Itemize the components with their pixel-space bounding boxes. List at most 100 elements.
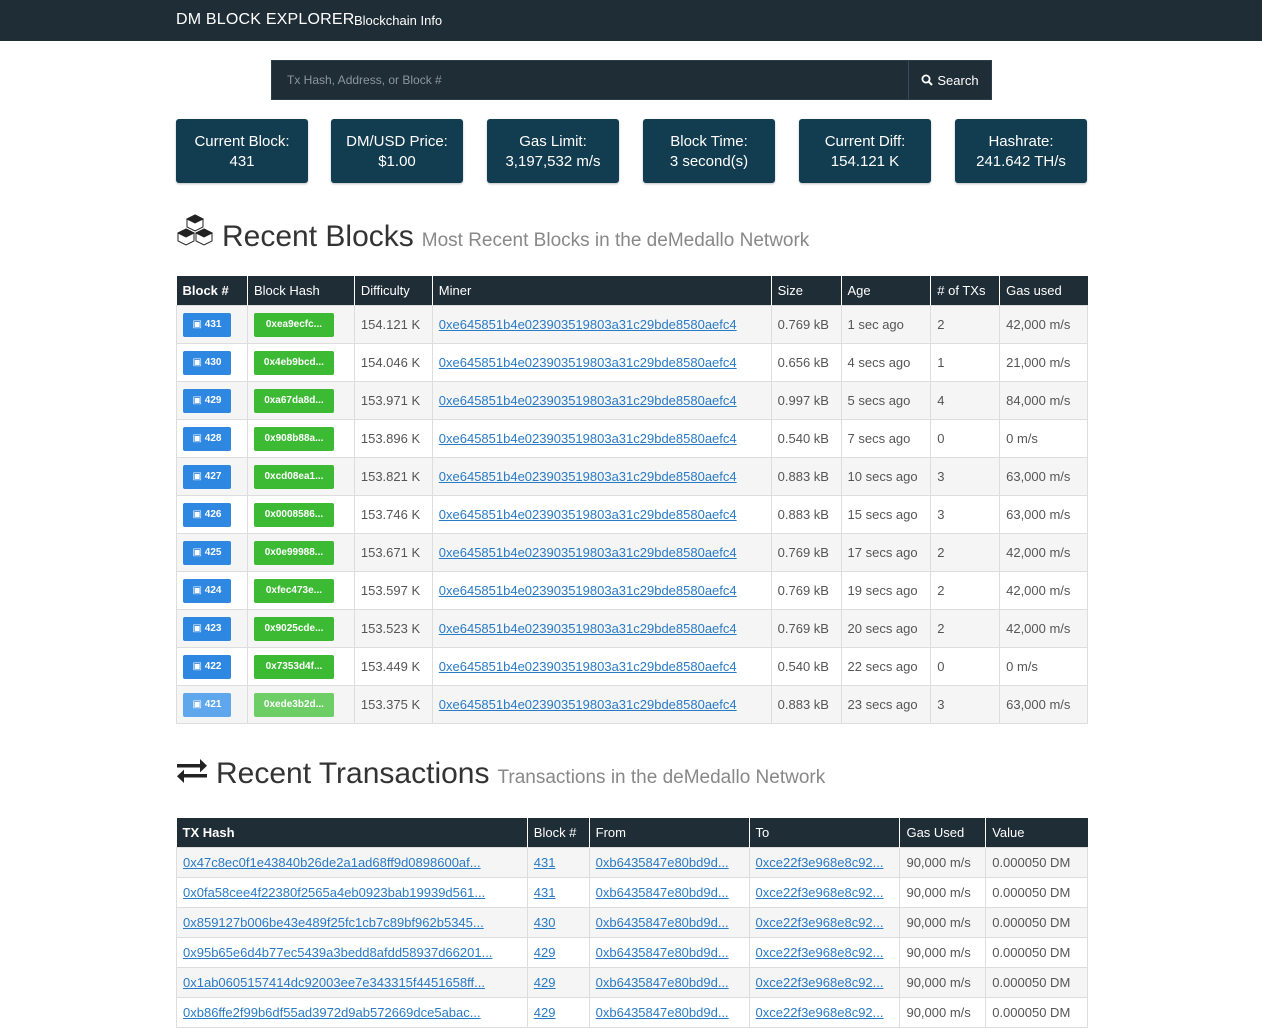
cell-difficulty: 153.375 K (353, 685, 433, 724)
to-address-link[interactable]: 0xce22f3e968e8c92... (756, 915, 884, 930)
from-address-link[interactable]: 0xb6435847e80bd9d... (596, 975, 729, 990)
block-number: 427 (204, 470, 222, 482)
cell-block: 429 (526, 967, 590, 998)
nav-link-blockchain-info[interactable]: Blockchain Info (354, 13, 442, 28)
block-number-badge[interactable]: ▣ 424 (183, 578, 231, 603)
from-address-link[interactable]: 0xb6435847e80bd9d... (596, 1005, 729, 1020)
cell-age: 7 secs ago (840, 419, 932, 458)
search-button-label: Search (937, 72, 979, 88)
table-row: 0xb86ffe2f99b6df55ad3972d9ab572669dce5ab… (176, 997, 1088, 1028)
cell-block: ▣ 431 (176, 305, 248, 344)
cell-block: 430 (526, 907, 590, 938)
cell-difficulty: 153.597 K (353, 571, 433, 610)
table-row: ▣ 429 0xa67da8d... 153.971 K 0xe645851b4e02… (176, 381, 1088, 420)
search-input[interactable] (272, 61, 910, 99)
cell-block: ▣ 422 (176, 647, 248, 686)
block-hash-badge[interactable]: 0x0e99988... (253, 540, 334, 565)
block-hash-badge[interactable]: 0x908b88a... (253, 426, 334, 451)
tx-hash-link[interactable]: 0x859127b006be43e489f25fc1cb7c89bf962b53… (183, 915, 484, 930)
tx-hash-link[interactable]: 0x1ab0605157414dc92003ee7e343315f4451658… (183, 975, 485, 990)
block-number-badge[interactable]: ▣ 421 (183, 692, 231, 717)
block-link[interactable]: 430 (534, 915, 556, 930)
cell-block: ▣ 425 (176, 533, 248, 572)
cell-txs: 3 (930, 457, 1001, 496)
cell-block: ▣ 427 (176, 457, 248, 496)
block-number-badge[interactable]: ▣ 428 (183, 426, 231, 451)
block-link[interactable]: 429 (534, 975, 556, 990)
block-hash-badge[interactable]: 0x9025cde... (253, 616, 334, 641)
from-address-link[interactable]: 0xb6435847e80bd9d... (596, 855, 729, 870)
cell-difficulty: 153.671 K (353, 533, 433, 572)
miner-link[interactable]: 0xe645851b4e023903519803a31c29bde8580aef… (439, 583, 737, 598)
cube-icon: ▣ (192, 508, 205, 520)
block-number-badge[interactable]: ▣ 427 (183, 464, 231, 489)
block-link[interactable]: 431 (534, 885, 556, 900)
tx-hash-link[interactable]: 0x95b65e6d4b77ec5439a3bedd8afdd58937d662… (183, 945, 492, 960)
to-address-link[interactable]: 0xce22f3e968e8c92... (756, 855, 884, 870)
to-address-link[interactable]: 0xce22f3e968e8c92... (756, 945, 884, 960)
block-number-badge[interactable]: ▣ 425 (183, 540, 231, 565)
cube-icon: ▣ (192, 622, 205, 634)
miner-link[interactable]: 0xe645851b4e023903519803a31c29bde8580aef… (439, 469, 737, 484)
block-link[interactable]: 429 (534, 1005, 556, 1020)
block-number-badge[interactable]: ▣ 429 (183, 388, 231, 413)
cell-tx-hash: 0x47c8ec0f1e43840b26de2a1ad68ff9d0898600… (176, 847, 528, 878)
block-hash-badge[interactable]: 0xede3b2d... (253, 692, 334, 717)
block-number-badge[interactable]: ▣ 430 (183, 350, 231, 375)
block-number-badge[interactable]: ▣ 423 (183, 616, 231, 641)
block-hash-badge[interactable]: 0x7353d4f... (253, 654, 334, 679)
column-header: Block # (526, 818, 590, 848)
tx-hash-link[interactable]: 0x47c8ec0f1e43840b26de2a1ad68ff9d0898600… (183, 855, 481, 870)
block-hash-badge[interactable]: 0xa67da8d... (253, 388, 334, 413)
block-number-badge[interactable]: ▣ 431 (183, 312, 231, 337)
table-header-row: TX Hash Block # From To Gas Used Value (176, 818, 1088, 848)
table-row: 0x0fa58cee4f22380f2565a4eb0923bab19939d5… (176, 877, 1088, 908)
block-hash-badge[interactable]: 0xfec473e... (253, 578, 334, 603)
cell-size: 0.769 kB (770, 533, 842, 572)
cell-age: 1 sec ago (840, 305, 932, 344)
block-link[interactable]: 429 (534, 945, 556, 960)
miner-link[interactable]: 0xe645851b4e023903519803a31c29bde8580aef… (439, 507, 737, 522)
from-address-link[interactable]: 0xb6435847e80bd9d... (596, 945, 729, 960)
cell-difficulty: 153.971 K (353, 381, 433, 420)
to-address-link[interactable]: 0xce22f3e968e8c92... (756, 885, 884, 900)
block-hash-badge[interactable]: 0xcd08ea1... (253, 464, 334, 489)
cell-value: 0.000050 DM (985, 967, 1088, 998)
miner-link[interactable]: 0xe645851b4e023903519803a31c29bde8580aef… (439, 431, 737, 446)
block-hash-badge[interactable]: 0xea9ecfc... (253, 312, 334, 337)
cell-tx-hash: 0xb86ffe2f99b6df55ad3972d9ab572669dce5ab… (176, 997, 528, 1028)
block-number: 424 (204, 584, 222, 596)
column-header: Gas Used (899, 818, 986, 848)
miner-link[interactable]: 0xe645851b4e023903519803a31c29bde8580aef… (439, 393, 737, 408)
tx-hash-link[interactable]: 0xb86ffe2f99b6df55ad3972d9ab572669dce5ab… (183, 1005, 481, 1020)
cell-age: 10 secs ago (840, 457, 932, 496)
miner-link[interactable]: 0xe645851b4e023903519803a31c29bde8580aef… (439, 697, 737, 712)
cell-miner: 0xe645851b4e023903519803a31c29bde8580aef… (431, 419, 772, 458)
block-number-badge[interactable]: ▣ 422 (183, 654, 231, 679)
cell-from: 0xb6435847e80bd9d... (588, 847, 750, 878)
from-address-link[interactable]: 0xb6435847e80bd9d... (596, 915, 729, 930)
miner-link[interactable]: 0xe645851b4e023903519803a31c29bde8580aef… (439, 621, 737, 636)
brand-title[interactable]: DM BLOCK EXPLORER (176, 11, 355, 29)
block-hash-badge[interactable]: 0x4eb9bcd... (253, 350, 334, 375)
cube-icon: ▣ (192, 356, 205, 368)
cell-hash: 0x7353d4f... (246, 647, 355, 686)
search-button[interactable]: Search (908, 61, 991, 99)
block-link[interactable]: 431 (534, 855, 556, 870)
cell-miner: 0xe645851b4e023903519803a31c29bde8580aef… (431, 381, 772, 420)
block-hash-badge[interactable]: 0x0008586... (253, 502, 334, 527)
tx-hash-link[interactable]: 0x0fa58cee4f22380f2565a4eb0923bab19939d5… (183, 885, 485, 900)
miner-link[interactable]: 0xe645851b4e023903519803a31c29bde8580aef… (439, 317, 737, 332)
block-number-badge[interactable]: ▣ 426 (183, 502, 231, 527)
column-header: Age (840, 276, 931, 306)
column-header: Block # (176, 276, 248, 306)
miner-link[interactable]: 0xe645851b4e023903519803a31c29bde8580aef… (439, 355, 737, 370)
miner-link[interactable]: 0xe645851b4e023903519803a31c29bde8580aef… (439, 545, 737, 560)
navbar: DM BLOCK EXPLORER Blockchain Info (0, 0, 1262, 41)
search-icon (921, 74, 934, 86)
cell-hash: 0x4eb9bcd... (246, 343, 355, 382)
to-address-link[interactable]: 0xce22f3e968e8c92... (756, 975, 884, 990)
from-address-link[interactable]: 0xb6435847e80bd9d... (596, 885, 729, 900)
miner-link[interactable]: 0xe645851b4e023903519803a31c29bde8580aef… (439, 659, 737, 674)
to-address-link[interactable]: 0xce22f3e968e8c92... (756, 1005, 884, 1020)
